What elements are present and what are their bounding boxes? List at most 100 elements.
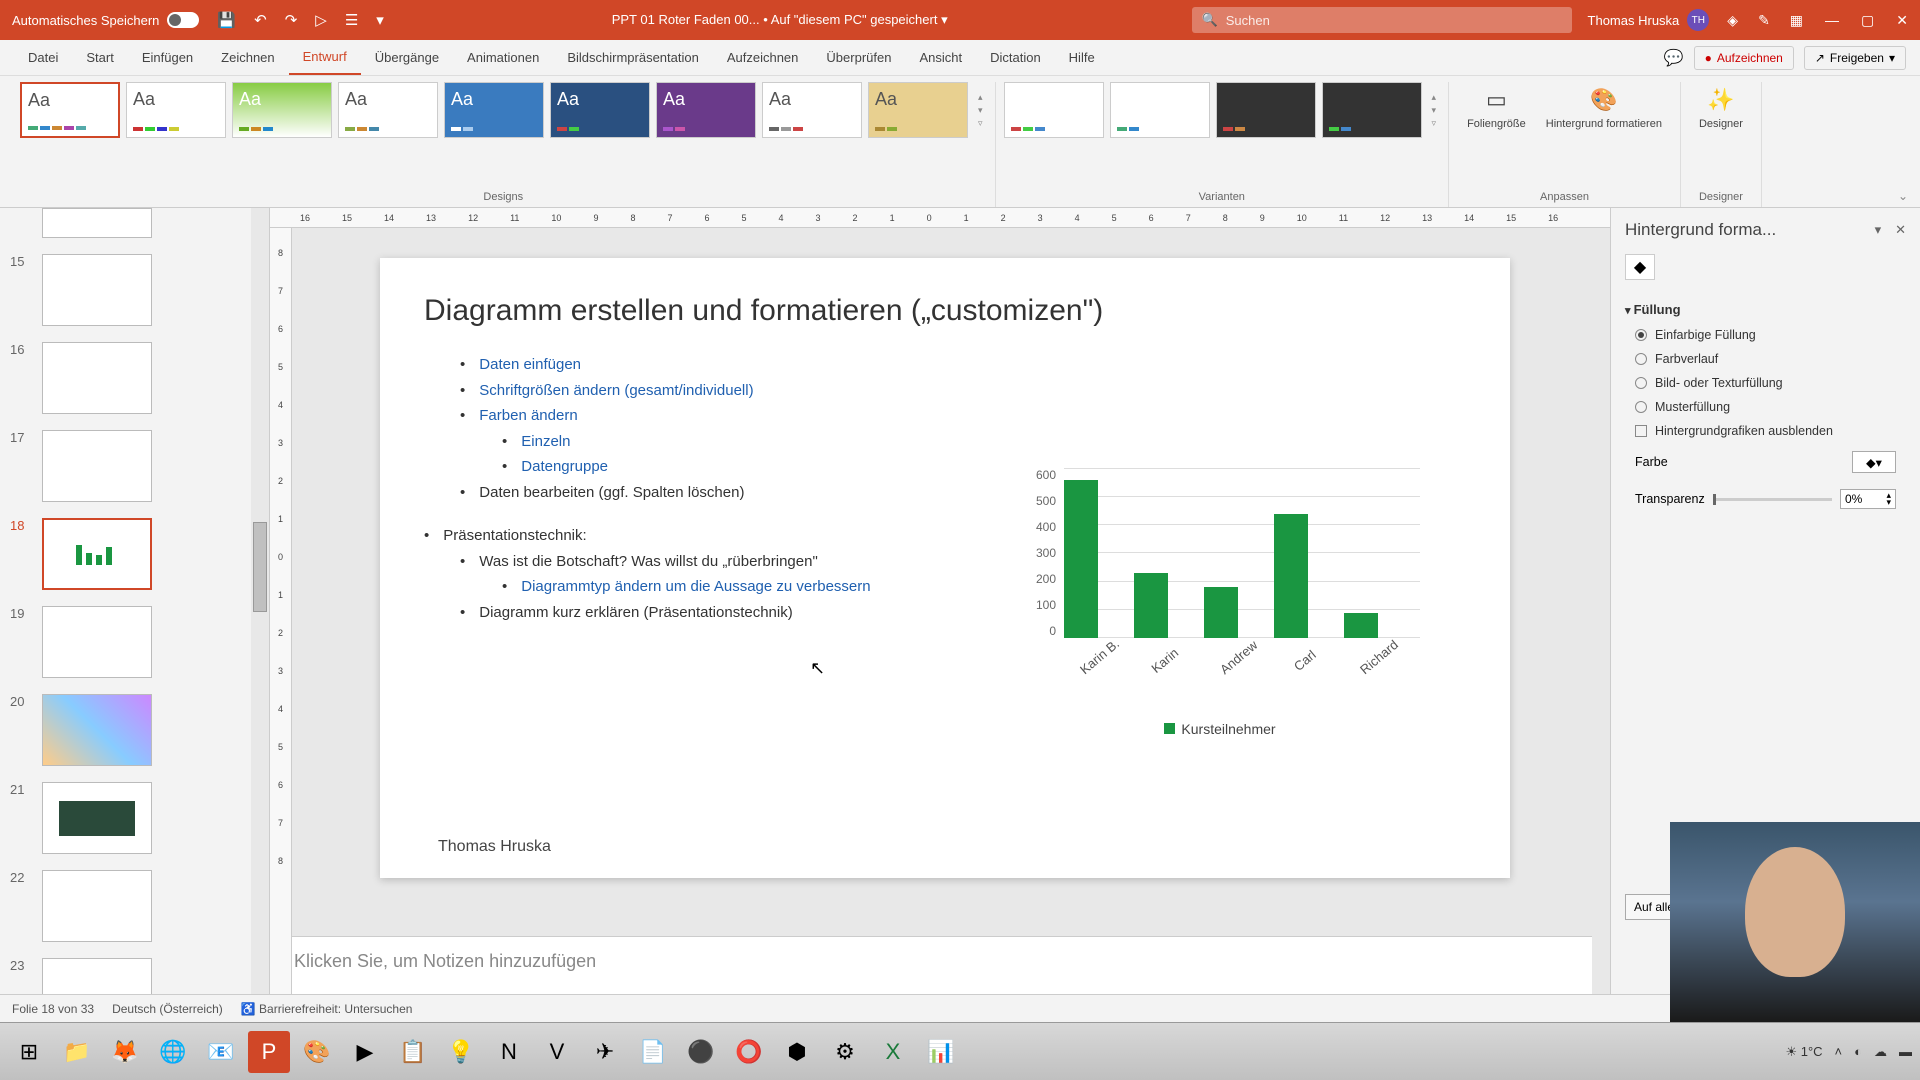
thumb-14[interactable] <box>0 208 269 246</box>
format-background-button[interactable]: 🎨Hintergrund formatieren <box>1536 82 1672 134</box>
slide-thumbnails[interactable]: 15 16 17 18 19 20 21 22 23 <box>0 208 270 994</box>
solid-fill-radio[interactable]: Einfarbige Füllung <box>1625 323 1906 347</box>
accessibility-check[interactable]: ♿ Barrierefreiheit: Untersuchen <box>241 1002 413 1016</box>
theme-4[interactable]: Aa <box>338 82 438 138</box>
slide-size-button[interactable]: ▭Foliengröße <box>1457 82 1536 134</box>
calendar-icon[interactable]: ▦ <box>1790 12 1803 29</box>
user-account[interactable]: Thomas Hruska TH <box>1588 9 1710 31</box>
slide-bullets[interactable]: Daten einfügen Schriftgrößen ändern (ges… <box>424 352 1466 429</box>
tray-icon-2[interactable]: ▬ <box>1899 1044 1912 1059</box>
theme-2[interactable]: Aa <box>126 82 226 138</box>
theme-office[interactable]: Aa <box>20 82 120 138</box>
thumb-19[interactable]: 19 <box>0 598 269 686</box>
weather-widget[interactable]: ☀ 1°C <box>1785 1044 1822 1060</box>
theme-7[interactable]: Aa <box>656 82 756 138</box>
record-button[interactable]: ● Aufzeichnen <box>1694 46 1794 70</box>
app-icon-5[interactable]: 📄 <box>632 1031 674 1073</box>
outlook-icon[interactable]: 📧 <box>200 1031 242 1073</box>
tab-ueberpruefen[interactable]: Überprüfen <box>812 40 905 75</box>
touch-mode-icon[interactable]: ☰ <box>345 11 358 29</box>
slide-author[interactable]: Thomas Hruska <box>438 838 551 856</box>
document-title[interactable]: PPT 01 Roter Faden 00... • Auf "diesem P… <box>384 12 1176 28</box>
variant-4[interactable] <box>1322 82 1422 138</box>
excel-icon[interactable]: X <box>872 1031 914 1073</box>
tab-aufzeichnen[interactable]: Aufzeichnen <box>713 40 813 75</box>
pattern-fill-radio[interactable]: Musterfüllung <box>1625 395 1906 419</box>
slide-canvas[interactable]: Diagramm erstellen und formatieren („cus… <box>380 258 1510 878</box>
variant-1[interactable] <box>1004 82 1104 138</box>
slide-chart[interactable]: 6005004003002001000 Karin B. Karin Andre… <box>1020 468 1420 737</box>
diamond-icon[interactable]: ◈ <box>1727 12 1738 29</box>
app-icon-7[interactable]: ⬢ <box>776 1031 818 1073</box>
app-icon-3[interactable]: 💡 <box>440 1031 482 1073</box>
tab-ansicht[interactable]: Ansicht <box>905 40 976 75</box>
thumbnails-scrollbar[interactable] <box>251 208 269 994</box>
transparency-input[interactable]: 0%▴▾ <box>1840 489 1896 509</box>
variant-3[interactable] <box>1216 82 1316 138</box>
maximize-icon[interactable]: ▢ <box>1861 12 1874 29</box>
tab-animationen[interactable]: Animationen <box>453 40 553 75</box>
transparency-slider[interactable] <box>1713 498 1832 501</box>
color-picker-button[interactable]: ◆▾ <box>1852 451 1896 473</box>
thumb-18[interactable]: 18 <box>0 510 269 598</box>
save-icon[interactable]: 💾 <box>217 11 236 29</box>
onenote-icon[interactable]: N <box>488 1031 530 1073</box>
variants-more-icon[interactable]: ▴▾▿ <box>1428 82 1441 138</box>
scrollbar-thumb[interactable] <box>253 522 267 612</box>
slide-canvas-area[interactable]: Diagramm erstellen und formatieren („cus… <box>270 228 1610 936</box>
redo-icon[interactable]: ↷ <box>285 11 298 29</box>
thumb-21[interactable]: 21 <box>0 774 269 862</box>
powerpoint-icon[interactable]: P <box>248 1031 290 1073</box>
vlc-icon[interactable]: ▶ <box>344 1031 386 1073</box>
app-icon-2[interactable]: 📋 <box>392 1031 434 1073</box>
theme-5[interactable]: Aa <box>444 82 544 138</box>
qat-dropdown-icon[interactable]: ▾ <box>376 11 384 29</box>
vertical-ruler[interactable]: 87654321012345678 <box>270 228 292 994</box>
themes-more-icon[interactable]: ▴▾▿ <box>974 82 987 138</box>
tab-zeichnen[interactable]: Zeichnen <box>207 40 288 75</box>
designer-button[interactable]: ✨Designer <box>1689 82 1753 134</box>
explorer-icon[interactable]: 📁 <box>56 1031 98 1073</box>
undo-icon[interactable]: ↶ <box>254 11 267 29</box>
tab-uebergaenge[interactable]: Übergänge <box>361 40 453 75</box>
thumb-16[interactable]: 16 <box>0 334 269 422</box>
tab-bildschirm[interactable]: Bildschirmpräsentation <box>553 40 713 75</box>
telegram-icon[interactable]: ✈ <box>584 1031 626 1073</box>
share-button[interactable]: ↗ Freigeben ▾ <box>1804 46 1906 70</box>
toggle-switch[interactable] <box>167 12 199 28</box>
thumb-15[interactable]: 15 <box>0 246 269 334</box>
app-icon-1[interactable]: 🎨 <box>296 1031 338 1073</box>
app-icon-4[interactable]: V <box>536 1031 578 1073</box>
thumb-22[interactable]: 22 <box>0 862 269 950</box>
language-indicator[interactable]: Deutsch (Österreich) <box>112 1002 223 1016</box>
editor-scrollbar[interactable] <box>1592 228 1610 994</box>
theme-8[interactable]: Aa <box>762 82 862 138</box>
autosave-toggle[interactable]: Automatisches Speichern <box>12 12 199 28</box>
picture-fill-radio[interactable]: Bild- oder Texturfüllung <box>1625 371 1906 395</box>
firefox-icon[interactable]: 🦊 <box>104 1031 146 1073</box>
hide-bg-checkbox[interactable]: Hintergrundgrafiken ausblenden <box>1625 419 1906 443</box>
theme-9[interactable]: Aa <box>868 82 968 138</box>
app-icon-8[interactable]: 📊 <box>920 1031 962 1073</box>
start-button[interactable]: ⊞ <box>8 1031 50 1073</box>
tab-einfuegen[interactable]: Einfügen <box>128 40 207 75</box>
slide-title[interactable]: Diagramm erstellen und formatieren („cus… <box>424 294 1466 328</box>
cloud-icon[interactable]: ☁ <box>1874 1044 1887 1060</box>
tab-start[interactable]: Start <box>72 40 127 75</box>
horizontal-ruler[interactable]: 1615141312111098765432101234567891011121… <box>270 208 1610 228</box>
notes-pane[interactable]: Klicken Sie, um Notizen hinzuzufügen <box>270 936 1610 994</box>
fill-tab-icon[interactable]: ◆ <box>1625 254 1655 280</box>
from-beginning-icon[interactable]: ▷ <box>315 11 327 29</box>
app-icon-6[interactable]: ⭕ <box>728 1031 770 1073</box>
pane-close-icon[interactable]: ✕ <box>1895 222 1906 238</box>
slide-counter[interactable]: Folie 18 von 33 <box>12 1002 94 1016</box>
search-box[interactable]: 🔍 Suchen <box>1192 7 1572 33</box>
tray-icon-1[interactable]: ◐ <box>1854 1044 1862 1059</box>
comments-icon[interactable]: 💬 <box>1664 48 1684 68</box>
close-icon[interactable]: ✕ <box>1896 12 1908 29</box>
thumb-23[interactable]: 23 <box>0 950 269 994</box>
obs-icon[interactable]: ⚫ <box>680 1031 722 1073</box>
thumb-17[interactable]: 17 <box>0 422 269 510</box>
collapse-ribbon-icon[interactable]: ⌄ <box>1898 189 1908 203</box>
thumb-20[interactable]: 20 <box>0 686 269 774</box>
